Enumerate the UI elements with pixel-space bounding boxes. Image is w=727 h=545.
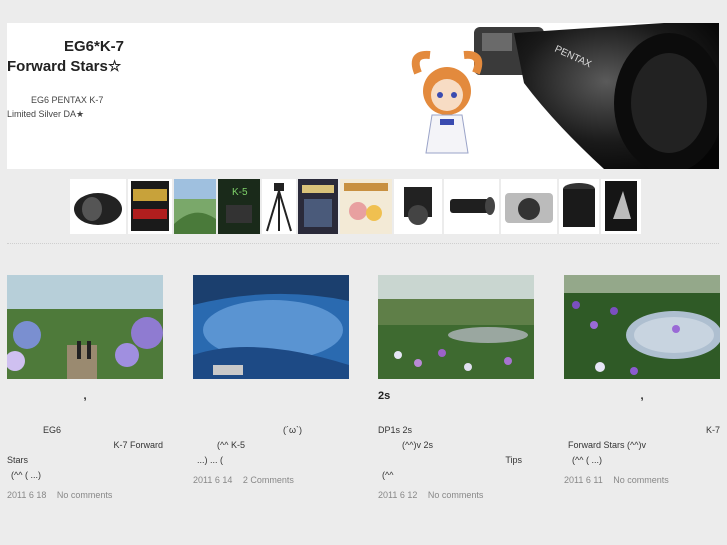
comments-link[interactable]: No comments: [613, 475, 669, 485]
post-meta: 2011 6 11 No comments: [564, 475, 720, 485]
post-title[interactable]: ,: [7, 387, 163, 423]
thumbnail-sd-card[interactable]: [128, 178, 172, 234]
post-date: 2011 6 18: [7, 490, 47, 500]
post-date: 2011 6 11: [564, 475, 603, 485]
product-thumbnail-strip: K-5: [70, 178, 660, 234]
header-hero-image: PENTAX: [404, 23, 719, 169]
post-excerpt-line: DP1s 2s: [378, 425, 413, 435]
post-excerpt-line: Stars: [7, 455, 29, 465]
thumbnail-photo-book[interactable]: [174, 178, 216, 234]
thumbnail-telephoto-lens[interactable]: [444, 178, 499, 234]
post-excerpt-line: Forward Stars (^^)v: [568, 440, 646, 450]
post-thumbnail[interactable]: [564, 275, 720, 379]
svg-text:K-5: K-5: [232, 187, 248, 198]
post-thumbnail[interactable]: [7, 275, 163, 379]
post-title[interactable]: [193, 387, 349, 423]
thumbnail-k5-book[interactable]: K-5: [218, 178, 260, 234]
post-excerpt: EG6 K-7 Forward Stars (^^ ( ...): [7, 423, 163, 483]
thumbnail-fisheye-lens[interactable]: [70, 178, 126, 234]
post-excerpt-line: (^^ ( ...): [572, 455, 602, 465]
post-excerpt-line: (´ω`): [283, 425, 303, 435]
post-excerpt: (´ω`) (^^ K-5 ...) ... (: [193, 423, 349, 468]
site-description: EG6 PENTAX K-7 Limited Silver DA★: [7, 93, 227, 121]
thumbnail-magazine[interactable]: [298, 178, 338, 234]
post-excerpt-line: K-7: [705, 425, 720, 435]
post-excerpt-line: (^^: [382, 470, 394, 480]
post-excerpt-line: (^^ ( ...): [11, 470, 41, 480]
thumbnail-anime-book[interactable]: [340, 178, 392, 234]
site-description-line1: EG6 PENTAX K-7: [31, 95, 104, 105]
comments-link[interactable]: 2 Comments: [243, 475, 294, 485]
comments-link[interactable]: No comments: [57, 490, 113, 500]
post-excerpt-line: Tips: [505, 455, 522, 465]
post-excerpt-line: EG6: [43, 425, 62, 435]
post-date: 2011 6 14: [193, 475, 233, 485]
divider: [7, 243, 719, 244]
thumbnail-camera-accessory[interactable]: [394, 178, 442, 234]
site-description-line2: Limited Silver DA★: [7, 109, 85, 119]
site-title-line2[interactable]: Forward Stars☆: [7, 57, 227, 77]
post-card: , K-7 Forward Stars (^^)v (^^ ( ...) 201…: [564, 275, 720, 485]
post-card: , EG6 K-7 Forward Stars (^^ ( ...) 2011 …: [7, 275, 163, 500]
site-title-line1[interactable]: EG6*K-7: [7, 37, 227, 57]
comments-link[interactable]: No comments: [428, 490, 484, 500]
post-title[interactable]: 2s: [378, 387, 534, 423]
post-excerpt-line: (^^)v 2s: [402, 440, 433, 450]
site-header: EG6*K-7 Forward Stars☆ EG6 PENTAX K-7 Li…: [7, 23, 719, 169]
post-card: 2s DP1s 2s (^^)v 2s Tips (^^ 2011 6 12 N…: [378, 275, 534, 500]
thumbnail-zoom-lens[interactable]: [559, 178, 599, 234]
post-meta: 2011 6 14 2 Comments: [193, 475, 349, 485]
thumbnail-tripod[interactable]: [262, 178, 296, 234]
post-date: 2011 6 12: [378, 490, 418, 500]
post-excerpt-line: (^^ K-5: [217, 440, 245, 450]
post-title[interactable]: ,: [564, 387, 720, 423]
post-meta: 2011 6 12 No comments: [378, 490, 534, 500]
thumbnail-photo-album[interactable]: [601, 178, 641, 234]
post-thumbnail[interactable]: [378, 275, 534, 379]
post-card: (´ω`) (^^ K-5 ...) ... ( 2011 6 14 2 Com…: [193, 275, 349, 485]
post-excerpt-line: ...) ... (: [197, 455, 223, 465]
post-excerpt-line: K-7 Forward: [113, 440, 163, 450]
post-thumbnail[interactable]: [193, 275, 349, 379]
site-title[interactable]: EG6*K-7 Forward Stars☆: [7, 37, 227, 77]
thumbnail-k5-body[interactable]: [501, 178, 557, 234]
post-excerpt: DP1s 2s (^^)v 2s Tips (^^: [378, 423, 534, 483]
post-excerpt: K-7 Forward Stars (^^)v (^^ ( ...): [564, 423, 720, 468]
post-meta: 2011 6 18 No comments: [7, 490, 163, 500]
